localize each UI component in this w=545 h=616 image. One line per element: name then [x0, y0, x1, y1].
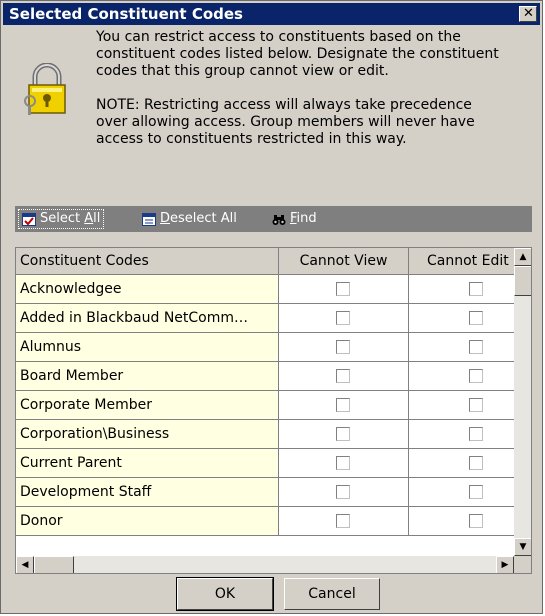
message-line: constituent codes listed below. Designat… [96, 46, 499, 62]
constituent-codes-grid: Constituent Codes Cannot View Cannot Edi… [15, 247, 532, 574]
find-button[interactable]: Find [269, 209, 320, 229]
cannot-view-cell [279, 333, 409, 362]
cannot-view-checkbox[interactable] [336, 514, 350, 528]
deselect-all-button[interactable]: Deselect All [139, 209, 240, 229]
select-all-icon [22, 212, 36, 226]
cannot-edit-checkbox[interactable] [469, 282, 483, 296]
padlock-with-keys-icon [24, 63, 66, 115]
cannot-edit-checkbox[interactable] [469, 369, 483, 383]
scroll-right-button[interactable]: ▶ [496, 556, 514, 573]
cannot-edit-cell [409, 333, 514, 362]
message-line: You can restrict access to constituents … [96, 29, 461, 45]
cannot-view-cell [279, 275, 409, 304]
select-all-label: Select All [40, 211, 101, 226]
scroll-down-button[interactable]: ▼ [514, 538, 531, 556]
cannot-view-cell [279, 507, 409, 536]
selected-constituent-codes-dialog: Selected Constituent Codes ✕ You can res… [0, 0, 543, 614]
vertical-scrollbar[interactable]: ▲ ▼ [514, 248, 531, 556]
column-header-constituent-codes[interactable]: Constituent Codes [16, 248, 279, 275]
code-name-cell[interactable]: Corporation\Business [16, 420, 279, 449]
deselect-all-icon [142, 212, 156, 226]
cannot-view-cell [279, 304, 409, 333]
scroll-up-button[interactable]: ▲ [514, 248, 531, 266]
cannot-edit-checkbox[interactable] [469, 456, 483, 470]
cannot-edit-cell [409, 507, 514, 536]
cannot-view-cell [279, 449, 409, 478]
cancel-button[interactable]: Cancel [284, 578, 380, 610]
code-name-cell[interactable]: Current Parent [16, 449, 279, 478]
cannot-view-checkbox[interactable] [336, 282, 350, 296]
grid-toolbar: Select All Deselect All Find [15, 206, 532, 232]
code-name-cell[interactable]: Acknowledgee [16, 275, 279, 304]
horizontal-scrollbar[interactable]: ◀ ▶ [16, 556, 514, 573]
cannot-edit-cell [409, 449, 514, 478]
message-line: codes that this group cannot view or edi… [96, 63, 389, 79]
code-name-cell[interactable]: Development Staff [16, 478, 279, 507]
scroll-left-button[interactable]: ◀ [16, 556, 34, 573]
cannot-edit-cell [409, 304, 514, 333]
vertical-scroll-thumb[interactable] [514, 266, 531, 296]
horizontal-scroll-thumb[interactable] [34, 556, 74, 573]
binoculars-icon [272, 214, 286, 225]
code-name-cell[interactable]: Added in Blackbaud NetComm… [16, 304, 279, 333]
cannot-view-checkbox[interactable] [336, 485, 350, 499]
cannot-edit-cell [409, 391, 514, 420]
ok-button[interactable]: OK [176, 577, 274, 611]
cannot-edit-checkbox[interactable] [469, 514, 483, 528]
cannot-edit-checkbox[interactable] [469, 398, 483, 412]
column-header-cannot-edit[interactable]: Cannot Edit [409, 248, 514, 275]
dialog-title: Selected Constituent Codes [9, 5, 243, 23]
cannot-view-checkbox[interactable] [336, 340, 350, 354]
deselect-all-label: Deselect All [160, 211, 237, 226]
find-label: Find [290, 211, 317, 226]
cannot-view-cell [279, 391, 409, 420]
cannot-edit-checkbox[interactable] [469, 340, 483, 354]
cannot-view-cell [279, 362, 409, 391]
cannot-edit-checkbox[interactable] [469, 485, 483, 499]
cannot-view-checkbox[interactable] [336, 369, 350, 383]
code-name-cell[interactable]: Corporate Member [16, 391, 279, 420]
cannot-view-cell [279, 478, 409, 507]
cannot-edit-checkbox[interactable] [469, 311, 483, 325]
close-button[interactable]: ✕ [519, 6, 537, 22]
cannot-view-checkbox[interactable] [336, 311, 350, 325]
cannot-view-checkbox[interactable] [336, 456, 350, 470]
cannot-view-checkbox[interactable] [336, 398, 350, 412]
cannot-edit-cell [409, 420, 514, 449]
column-header-cannot-view[interactable]: Cannot View [279, 248, 409, 275]
cannot-edit-cell [409, 362, 514, 391]
code-name-cell[interactable]: Board Member [16, 362, 279, 391]
dialog-title-bar[interactable]: Selected Constituent Codes ✕ [3, 3, 540, 25]
close-icon: ✕ [523, 6, 534, 21]
cannot-view-checkbox[interactable] [336, 427, 350, 441]
code-name-cell[interactable]: Donor [16, 507, 279, 536]
note-line: NOTE: Restricting access will always tak… [96, 97, 472, 113]
scrollbar-corner [514, 556, 531, 573]
cannot-edit-cell [409, 275, 514, 304]
restriction-message: You can restrict access to constituents … [96, 29, 536, 148]
cannot-view-cell [279, 420, 409, 449]
select-all-button[interactable]: Select All [18, 209, 105, 229]
code-name-cell[interactable]: Alumnus [16, 333, 279, 362]
note-line: access to constituents restricted in thi… [96, 131, 407, 147]
cannot-edit-cell [409, 478, 514, 507]
note-line: over allowing access. Group members will… [96, 114, 475, 130]
cannot-edit-checkbox[interactable] [469, 427, 483, 441]
